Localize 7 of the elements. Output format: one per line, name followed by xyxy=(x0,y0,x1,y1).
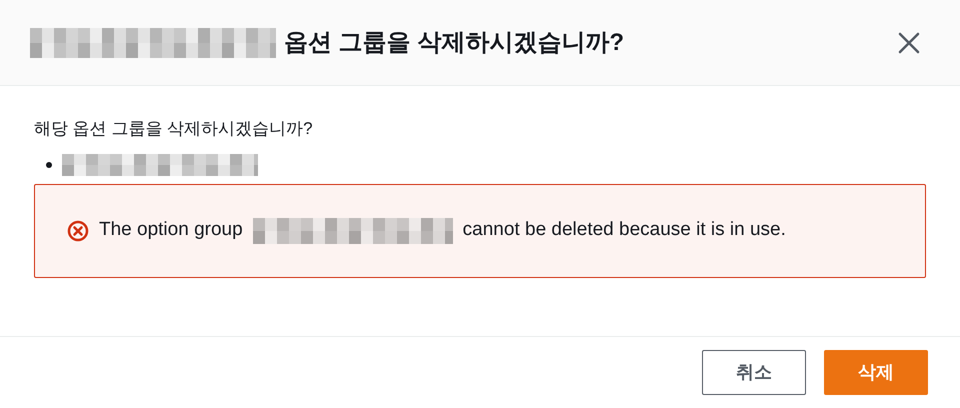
close-icon xyxy=(898,32,920,54)
cancel-button[interactable]: 취소 xyxy=(702,350,806,395)
error-icon xyxy=(67,220,89,242)
dialog-title: 옵션 그룹을 삭제하시겠습니까? xyxy=(284,28,624,58)
alert-text: cannot be deleted because it is in use. xyxy=(462,218,786,242)
confirm-message: 해당 옵션 그룹을 삭제하시겠습니까? xyxy=(34,118,314,140)
alert-text: The option group xyxy=(99,218,243,242)
